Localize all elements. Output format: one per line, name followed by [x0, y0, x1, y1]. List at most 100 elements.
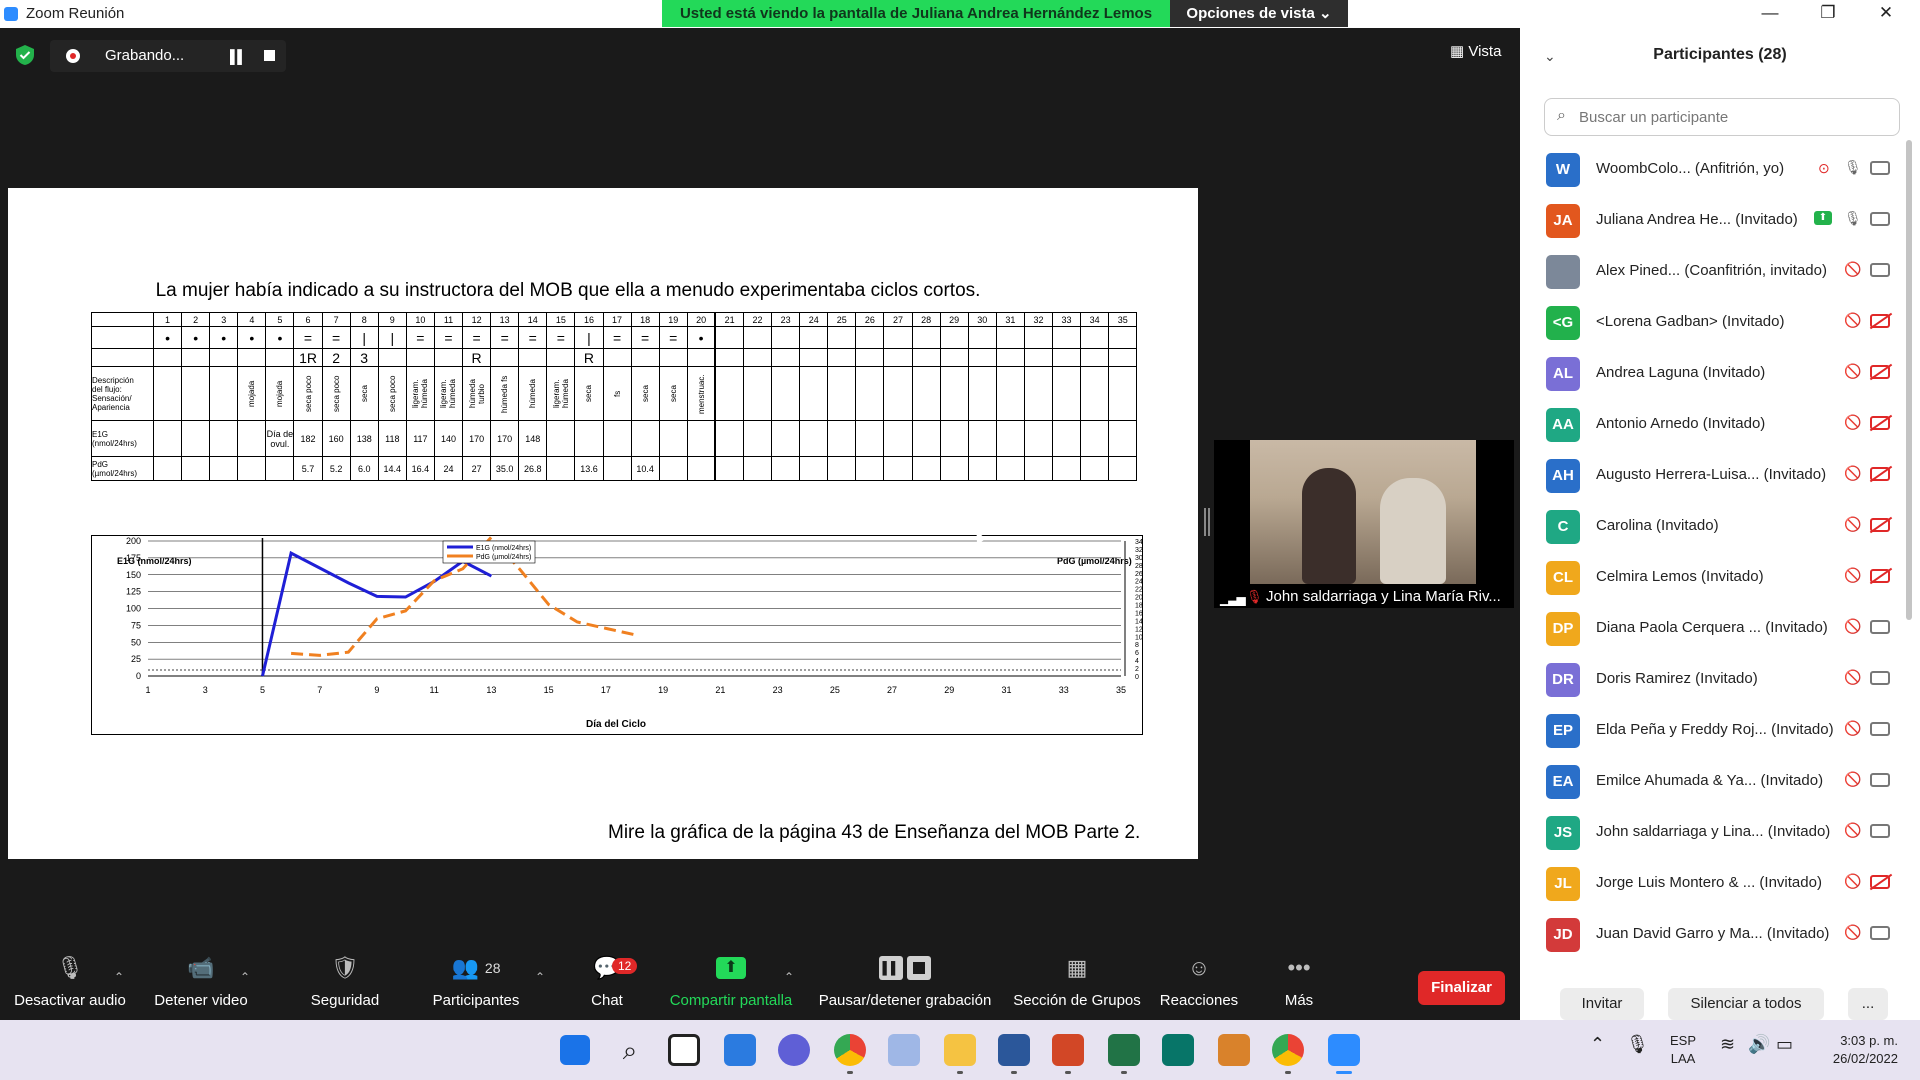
camera-icon[interactable]	[1870, 620, 1890, 634]
camera-icon[interactable]	[1870, 263, 1890, 277]
participant-item[interactable]: AL Andrea Laguna (Invitado) 🚫	[1520, 348, 1908, 399]
minimize-button[interactable]: —	[1760, 3, 1780, 23]
teams-chat-icon[interactable]	[778, 1034, 810, 1066]
mic-muted-icon[interactable]: 🚫	[1844, 618, 1861, 635]
pause-recording-button[interactable]: ▌▌	[230, 49, 246, 64]
camera-icon[interactable]	[1870, 824, 1890, 838]
mic-muted-icon[interactable]: 🚫	[1844, 261, 1861, 278]
mic-muted-icon[interactable]: 🚫	[1844, 363, 1861, 380]
panel-more-button[interactable]: ...	[1848, 988, 1888, 1020]
participant-item[interactable]: DP Diana Paola Cerquera ... (Invitado) 🚫	[1520, 603, 1908, 654]
camera-off-icon[interactable]	[1870, 416, 1890, 430]
participants-button[interactable]: 👥 28 Participantes	[426, 948, 526, 1020]
participant-item[interactable]: W WoombColo... (Anfitrión, yo) ⊙ 🎙	[1520, 144, 1908, 195]
camera-off-icon[interactable]	[1870, 365, 1890, 379]
clock[interactable]: 3:03 p. m. 26/02/2022	[1820, 1032, 1898, 1068]
share-options-caret[interactable]: ⌃	[784, 970, 794, 984]
participant-item[interactable]: Alex Pined... (Coanfitrión, invitado) 🚫	[1520, 246, 1908, 297]
participant-item[interactable]: DR Doris Ramirez (Invitado) 🚫	[1520, 654, 1908, 705]
show-hidden-icons-button[interactable]: ⌃	[1590, 1034, 1605, 1055]
camera-icon[interactable]	[1870, 926, 1890, 940]
camera-off-icon[interactable]	[1870, 569, 1890, 583]
participant-item[interactable]: JL Jorge Luis Montero & ... (Invitado) 🚫	[1520, 858, 1908, 909]
camera-icon[interactable]	[1870, 722, 1890, 736]
search-icon[interactable]: ⌕	[614, 1034, 646, 1066]
mic-muted-icon[interactable]: 🚫	[1844, 669, 1861, 686]
participant-item[interactable]: EP Elda Peña y Freddy Roj... (Invitado) 🚫	[1520, 705, 1908, 756]
paint-icon[interactable]	[1218, 1034, 1250, 1066]
zoom-taskbar-icon[interactable]	[1328, 1034, 1360, 1066]
powerpoint-icon[interactable]	[1052, 1034, 1084, 1066]
participant-item[interactable]: C Carolina (Invitado) 🚫	[1520, 501, 1908, 552]
cycle-pdg-value	[181, 456, 211, 481]
participant-list-scrollbar[interactable]	[1906, 140, 1912, 620]
participant-search-input[interactable]: ⌕ Buscar un participante	[1544, 98, 1900, 136]
video-options-caret[interactable]: ⌃	[240, 970, 250, 984]
publisher-icon[interactable]	[1162, 1034, 1194, 1066]
participant-item[interactable]: EA Emilce Ahumada & Ya... (Invitado) 🚫	[1520, 756, 1908, 807]
excel-icon[interactable]	[1108, 1034, 1140, 1066]
security-shield-icon[interactable]	[14, 44, 36, 66]
word-icon[interactable]	[998, 1034, 1030, 1066]
mic-muted-icon[interactable]: 🚫	[1844, 312, 1861, 329]
close-button[interactable]: ✕	[1876, 3, 1896, 23]
security-button[interactable]: 🛡 Seguridad	[300, 948, 390, 1020]
split-drag-handle[interactable]	[1204, 508, 1210, 536]
microphone-icon[interactable]: 🎙	[1844, 210, 1862, 227]
chrome-icon[interactable]	[834, 1034, 866, 1066]
camera-off-icon[interactable]	[1870, 314, 1890, 328]
start-button[interactable]	[560, 1035, 590, 1065]
mic-muted-icon[interactable]: 🚫	[1844, 924, 1861, 941]
volume-icon[interactable]: 🔊	[1748, 1034, 1770, 1055]
participant-video-tile[interactable]: ▁▃▅ 🎙 John saldarriaga y Lina María Riv.…	[1214, 440, 1514, 608]
mic-muted-icon[interactable]: 🚫	[1844, 567, 1861, 584]
language-indicator[interactable]: ESP LAA	[1670, 1032, 1696, 1068]
reactions-button[interactable]: ☺ Reacciones	[1156, 948, 1242, 1020]
camera-off-icon[interactable]	[1870, 467, 1890, 481]
task-view-icon[interactable]	[668, 1034, 700, 1066]
view-layout-button[interactable]: ▦ Vista	[1450, 42, 1501, 60]
mic-muted-icon[interactable]: 🚫	[1844, 465, 1861, 482]
microphone-tray-icon[interactable]: 🎙	[1626, 1034, 1649, 1055]
mute-all-button[interactable]: Silenciar a todos	[1668, 988, 1824, 1020]
mic-muted-icon[interactable]: 🚫	[1844, 414, 1861, 431]
more-button[interactable]: ••• Más	[1268, 948, 1330, 1020]
camera-off-icon[interactable]	[1870, 518, 1890, 532]
view-options-button[interactable]: Opciones de vista ⌄	[1170, 0, 1348, 27]
camera-icon[interactable]	[1870, 161, 1890, 175]
end-meeting-button[interactable]: Finalizar	[1418, 971, 1505, 1005]
participant-item[interactable]: AA Antonio Arnedo (Invitado) 🚫	[1520, 399, 1908, 450]
participant-item[interactable]: JS John saldarriaga y Lina... (Invitado) 🚫	[1520, 807, 1908, 858]
mic-muted-icon[interactable]: 🚫	[1844, 516, 1861, 533]
mute-audio-button[interactable]: 🎙 Desactivar audio	[10, 948, 130, 1020]
audio-options-caret[interactable]: ⌃	[114, 970, 124, 984]
camera-icon[interactable]	[1870, 212, 1890, 226]
battery-icon[interactable]: ▭	[1776, 1034, 1793, 1055]
chrome-profile-icon[interactable]	[1272, 1034, 1304, 1066]
mic-muted-icon[interactable]: 🚫	[1844, 873, 1861, 890]
microphone-icon[interactable]: 🎙	[1844, 159, 1862, 176]
snipping-tool-icon[interactable]	[888, 1034, 920, 1066]
participant-item[interactable]: JD Juan David Garro y Ma... (Invitado) 🚫	[1520, 909, 1908, 960]
participants-options-caret[interactable]: ⌃	[535, 970, 545, 984]
share-screen-button[interactable]: ⬆ Compartir pantalla	[662, 948, 800, 1020]
stop-recording-button[interactable]	[264, 50, 275, 61]
participant-item[interactable]: <G <Lorena Gadban> (Invitado) 🚫	[1520, 297, 1908, 348]
participant-item[interactable]: JA Juliana Andrea He... (Invitado) ⬆ 🎙	[1520, 195, 1908, 246]
participant-item[interactable]: CL Celmira Lemos (Invitado) 🚫	[1520, 552, 1908, 603]
mic-muted-icon[interactable]: 🚫	[1844, 771, 1861, 788]
file-explorer-icon[interactable]	[944, 1034, 976, 1066]
camera-off-icon[interactable]	[1870, 875, 1890, 889]
invite-button[interactable]: Invitar	[1560, 988, 1644, 1020]
widgets-icon[interactable]	[724, 1034, 756, 1066]
mic-muted-icon[interactable]: 🚫	[1844, 822, 1861, 839]
wifi-icon[interactable]: ≋	[1720, 1034, 1735, 1055]
camera-icon[interactable]	[1870, 773, 1890, 787]
breakout-rooms-button[interactable]: ▦ Sección de Grupos	[1010, 948, 1144, 1020]
camera-icon[interactable]	[1870, 671, 1890, 685]
stop-video-button[interactable]: 📹 Detener video	[146, 948, 256, 1020]
pause-stop-recording-button[interactable]: ▌▌ Pausar/detener grabación	[812, 948, 998, 1020]
participant-item[interactable]: AH Augusto Herrera-Luisa... (Invitado) 🚫	[1520, 450, 1908, 501]
restore-button[interactable]: ❐	[1818, 3, 1838, 23]
mic-muted-icon[interactable]: 🚫	[1844, 720, 1861, 737]
